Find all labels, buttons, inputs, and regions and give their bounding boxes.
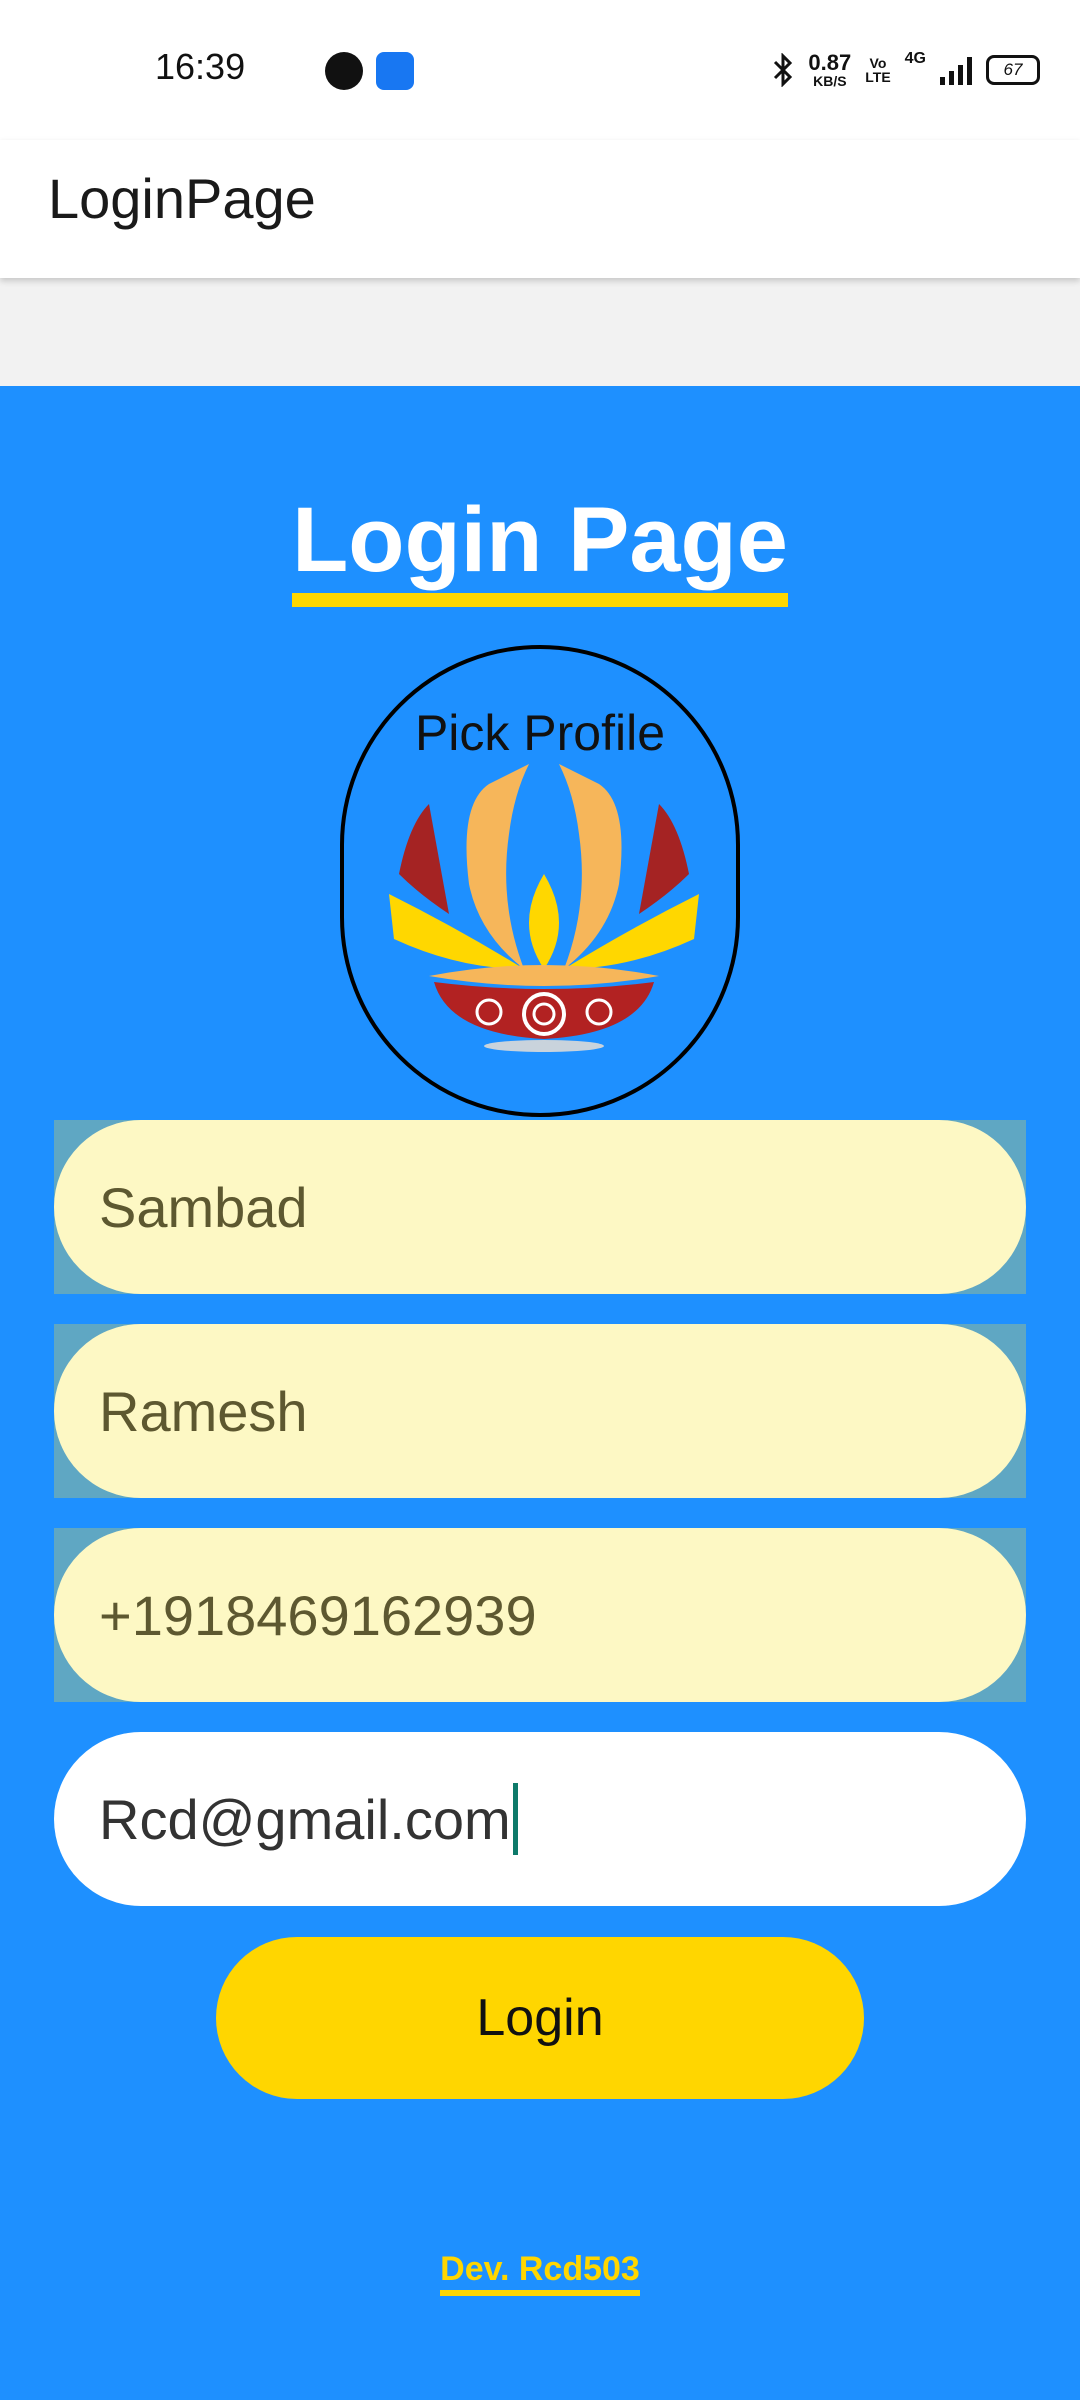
- profile-picker[interactable]: Pick Profile: [340, 645, 740, 1117]
- page-heading-text: Login Page: [292, 489, 788, 607]
- status-time: 16:39: [155, 46, 246, 87]
- page-heading: Login Page: [0, 489, 1080, 607]
- net-speed: 0.87 KB/S: [808, 50, 852, 89]
- status-bar: 16:39 0.87 KB/S Vo LTE 4G 67: [0, 0, 1080, 140]
- email-value: Rcd@gmail.com: [99, 1787, 511, 1851]
- notification-app-icon: [325, 52, 363, 90]
- login-button-label: Login: [476, 1989, 604, 2047]
- volte-bottom: LTE: [865, 69, 891, 85]
- login-button[interactable]: Login: [216, 1937, 864, 2099]
- first-name-field[interactable]: Sambad: [54, 1120, 1026, 1294]
- battery-level: 67: [1003, 60, 1023, 79]
- battery-icon: 67: [986, 55, 1040, 85]
- network-type: 4G: [904, 50, 926, 67]
- diya-logo-icon: [389, 764, 699, 1052]
- phone-field[interactable]: +1918469162939: [54, 1528, 1026, 1702]
- app-bar-title: LoginPage: [48, 167, 316, 230]
- first-name-value: Sambad: [99, 1175, 308, 1239]
- volte-top: Vo: [869, 55, 887, 71]
- volte-indicator: Vo LTE: [865, 56, 890, 84]
- profile-picker-label: Pick Profile: [414, 705, 666, 761]
- phone-value: +1918469162939: [99, 1583, 537, 1647]
- net-speed-value: 0.87: [808, 50, 852, 75]
- status-indicators: 0.87 KB/S Vo LTE 4G 67: [772, 40, 1040, 100]
- android-app-icon: [376, 52, 414, 90]
- net-speed-unit: KB/S: [813, 73, 847, 89]
- bluetooth-icon: [774, 53, 793, 87]
- last-name-field[interactable]: Ramesh: [54, 1324, 1026, 1498]
- email-field[interactable]: Rcd@gmail.com: [54, 1732, 1026, 1906]
- dev-credit-text: Dev. Rcd503: [440, 2250, 640, 2296]
- dev-credit: Dev. Rcd503: [0, 2250, 1080, 2296]
- signal-icon: [940, 55, 972, 85]
- text-cursor: [512, 1783, 518, 1855]
- top-spacer: [0, 278, 1080, 386]
- last-name-value: Ramesh: [99, 1379, 308, 1443]
- app-bar: LoginPage: [0, 140, 1080, 278]
